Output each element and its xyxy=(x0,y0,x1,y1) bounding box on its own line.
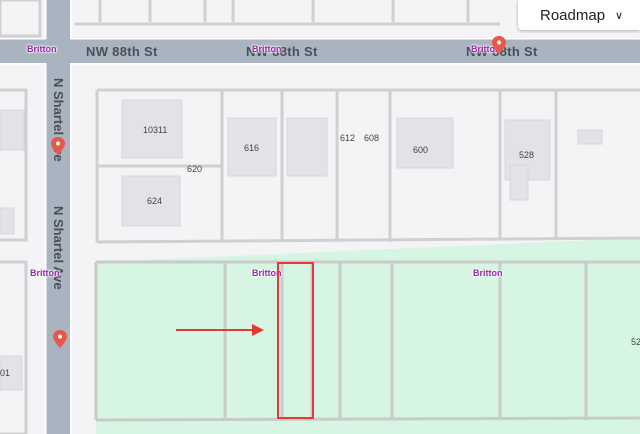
district-label: Britton xyxy=(252,268,282,278)
house-number: 52 xyxy=(631,337,640,347)
district-label: Britton xyxy=(473,268,503,278)
building xyxy=(286,117,328,177)
map-pin-icon[interactable] xyxy=(492,36,506,54)
building xyxy=(577,129,603,145)
map-type-dropdown[interactable]: Roadmap ∨ xyxy=(518,0,640,30)
house-number: 600 xyxy=(413,145,429,155)
building xyxy=(0,109,25,151)
map-type-label: Roadmap xyxy=(540,6,606,24)
house-number: 528 xyxy=(519,150,535,160)
building xyxy=(509,164,529,201)
street-label-nw-88th: NW 88th St xyxy=(86,44,158,59)
house-number: 10311 xyxy=(143,125,168,135)
map-pin-icon[interactable] xyxy=(51,137,65,155)
house-number: 01 xyxy=(0,368,11,378)
building xyxy=(396,117,454,169)
house-number: 624 xyxy=(147,196,163,206)
map-base-layer xyxy=(0,0,640,434)
district-label: Britton xyxy=(252,44,282,54)
house-number: 620 xyxy=(187,164,203,174)
park-area xyxy=(96,238,640,434)
map-pin-icon[interactable] xyxy=(53,330,67,348)
map-canvas[interactable]: NW 88th St NW 88th St NW 88th St N Shart… xyxy=(0,0,640,434)
house-number: 616 xyxy=(244,143,260,153)
house-number: 612 xyxy=(340,133,356,143)
district-label: Britton xyxy=(30,268,60,278)
house-number: 608 xyxy=(364,133,380,143)
district-label: Britton xyxy=(27,44,57,54)
chevron-down-icon: ∨ xyxy=(615,9,624,22)
building xyxy=(0,207,15,235)
